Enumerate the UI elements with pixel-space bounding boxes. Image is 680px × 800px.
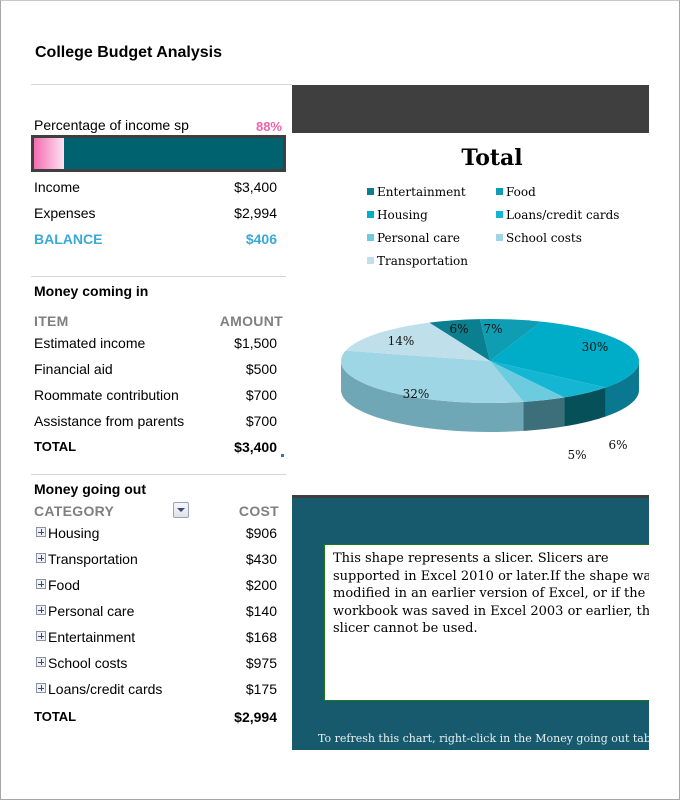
expense-row[interactable]: Personal care xyxy=(36,603,134,619)
balance-label: BALANCE xyxy=(34,231,103,247)
percent-spent-label: Percentage of income sp xyxy=(34,117,189,133)
income-col-item[interactable]: ITEM xyxy=(34,313,69,329)
expand-plus-icon[interactable] xyxy=(36,657,46,667)
income-row-label[interactable]: Financial aid xyxy=(34,361,113,377)
income-row-value[interactable]: $1,500 xyxy=(200,335,277,351)
income-label: Income xyxy=(34,179,80,195)
income-row-label[interactable]: Estimated income xyxy=(34,335,145,351)
chart-header-band xyxy=(292,85,649,133)
pie-data-label: 7% xyxy=(483,322,502,336)
income-row-value[interactable]: $500 xyxy=(200,361,277,377)
expense-row-value[interactable]: $168 xyxy=(200,629,277,645)
expand-plus-icon[interactable] xyxy=(36,579,46,589)
income-value: $3,400 xyxy=(234,179,277,195)
expense-row[interactable]: School costs xyxy=(36,655,127,671)
expenses-value: $2,994 xyxy=(234,205,277,221)
slicer-placeholder[interactable]: This shape represents a slicer. Slicers … xyxy=(324,544,649,701)
pie-chart[interactable]: Total Entertainment Food Housing Loans/cred… xyxy=(292,133,649,495)
expense-row-label: Entertainment xyxy=(48,629,136,645)
income-row-value[interactable]: $700 xyxy=(200,413,277,429)
refresh-note: To refresh this chart, right-click in th… xyxy=(318,732,649,745)
expenses-total-value: $2,994 xyxy=(234,709,277,725)
expense-row-value[interactable]: $200 xyxy=(200,577,277,593)
expense-row-value[interactable]: $906 xyxy=(200,525,277,541)
expense-row-label: School costs xyxy=(48,655,128,671)
percent-spent-bar xyxy=(31,135,286,172)
expenses-section-heading: Money going out xyxy=(34,481,146,497)
pie-data-label: 32% xyxy=(403,387,430,401)
section-divider xyxy=(31,276,286,277)
expense-row-label: Housing xyxy=(48,525,100,541)
pie-data-label: 14% xyxy=(388,334,415,348)
expense-row-value[interactable]: $140 xyxy=(200,603,277,619)
income-col-amount[interactable]: AMOUNT xyxy=(200,313,283,329)
expand-plus-icon[interactable] xyxy=(36,527,46,537)
expense-row-label: Personal care xyxy=(48,603,135,619)
expense-row-label: Loans/credit cards xyxy=(48,681,163,697)
pie-plot: 6% 7% 30% 6% 5% 32% 14% xyxy=(340,319,639,462)
expand-plus-icon[interactable] xyxy=(36,631,46,641)
pie-data-label: 6% xyxy=(449,322,468,336)
section-divider xyxy=(31,474,286,475)
dropdown-filter-icon[interactable] xyxy=(173,502,189,518)
income-row-value[interactable]: $700 xyxy=(200,387,277,403)
income-row-label[interactable]: Assistance from parents xyxy=(34,413,184,429)
expenses-col-category[interactable]: CATEGORY xyxy=(34,503,114,519)
expense-row[interactable]: Loans/credit cards xyxy=(36,681,162,697)
slicer-message: This shape represents a slicer. Slicers … xyxy=(333,551,649,636)
expense-row-value[interactable]: $175 xyxy=(200,681,277,697)
expand-plus-icon[interactable] xyxy=(36,605,46,615)
expense-row[interactable]: Housing xyxy=(36,525,99,541)
page-title: College Budget Analysis xyxy=(35,44,222,61)
income-section-heading: Money coming in xyxy=(34,283,149,299)
expenses-total-label: TOTAL xyxy=(34,709,77,724)
income-row-label[interactable]: Roommate contribution xyxy=(34,387,179,403)
pie-data-label: 30% xyxy=(582,340,609,354)
percent-bar-fill xyxy=(34,138,64,169)
expense-row[interactable]: Food xyxy=(36,577,80,593)
expenses-col-cost[interactable]: COST xyxy=(200,503,279,519)
expenses-label: Expenses xyxy=(34,205,96,221)
income-total-value: $3,400 xyxy=(234,439,277,455)
pie-data-label: 5% xyxy=(567,448,586,462)
percent-spent-value: 88% xyxy=(255,119,282,134)
expense-row[interactable]: Transportation xyxy=(36,551,138,567)
expand-plus-icon[interactable] xyxy=(36,553,46,563)
pie-data-label: 6% xyxy=(608,438,627,452)
income-total-label: TOTAL xyxy=(34,439,77,454)
pie-slice-side xyxy=(523,397,565,431)
expense-row-label: Food xyxy=(48,577,80,593)
expense-row[interactable]: Entertainment xyxy=(36,629,135,645)
expand-plus-icon[interactable] xyxy=(36,683,46,693)
expense-row-value[interactable]: $975 xyxy=(200,655,277,671)
expense-row-value[interactable]: $430 xyxy=(200,551,277,567)
percent-bar-track xyxy=(34,138,283,169)
title-divider xyxy=(31,84,292,85)
balance-value: $406 xyxy=(245,231,277,247)
expense-row-label: Transportation xyxy=(48,551,138,567)
table-resize-handle[interactable] xyxy=(281,454,284,457)
